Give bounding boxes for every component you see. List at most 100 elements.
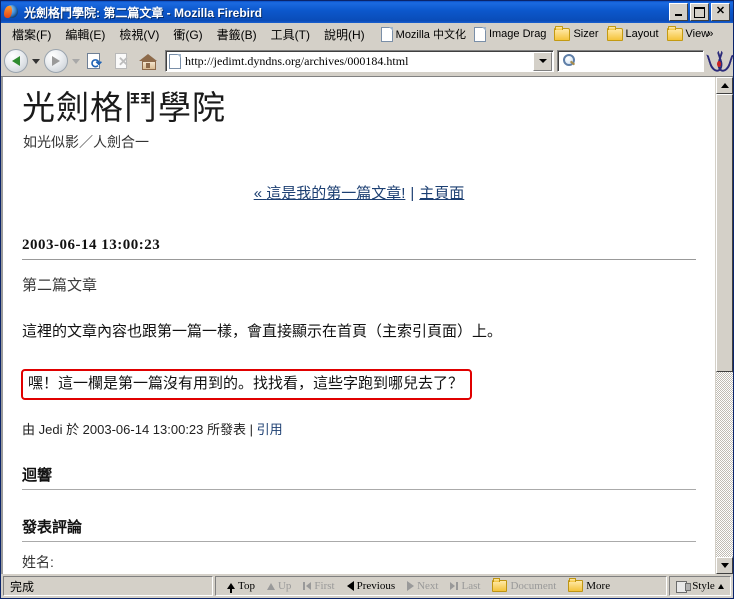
folder-icon bbox=[666, 25, 683, 41]
navigation-toolbar: ⟳ ✕ http://jedimt.dyndns.org/archives/00… bbox=[1, 46, 734, 76]
web-page: 光劍格鬥學院 如光似影／人劍合一 « 這是我的第一篇文章! | 主頁面 2003-0… bbox=[1, 77, 715, 574]
previous-post-link[interactable]: « 這是我的第一篇文章! bbox=[254, 185, 406, 202]
home-page-link[interactable]: 主頁面 bbox=[419, 185, 464, 202]
style-label: Style bbox=[692, 580, 715, 592]
stop-button[interactable]: ✕ bbox=[109, 48, 135, 74]
post-navigation: « 這是我的第一篇文章! | 主頁面 bbox=[17, 182, 701, 203]
address-bar[interactable]: http://jedimt.dyndns.org/archives/000184… bbox=[165, 50, 554, 72]
bookmark-label: Layout bbox=[625, 28, 659, 40]
forward-history-dropdown-icon[interactable] bbox=[72, 58, 80, 64]
minimize-button[interactable] bbox=[669, 3, 688, 21]
menu-bookmarks[interactable]: 書籤(B) bbox=[210, 24, 264, 45]
search-box[interactable] bbox=[557, 50, 704, 72]
byline-text: 由 Jedi 於 2003-06-14 13:00:23 所發表 bbox=[22, 421, 247, 437]
arrow-top-icon bbox=[227, 583, 235, 593]
maximize-button[interactable] bbox=[690, 3, 709, 21]
bookmark-layout[interactable]: Layout bbox=[604, 25, 664, 42]
statusbar-nav-label: Previous bbox=[356, 580, 396, 592]
comments-heading: 發表評論 bbox=[22, 516, 696, 542]
status-text: 完成 bbox=[10, 579, 35, 594]
bookmark-label: Image Drag bbox=[488, 28, 547, 40]
bookmark-image-drag[interactable]: Image Drag bbox=[471, 26, 551, 43]
statusbar-nav-label: Last bbox=[461, 580, 481, 592]
scroll-up-button[interactable] bbox=[716, 77, 733, 94]
url-dropdown-button[interactable] bbox=[533, 51, 552, 71]
bookmark-mozilla-chinese[interactable]: Mozilla 中文化 bbox=[378, 25, 471, 43]
menu-bar: 檔案(F) 編輯(E) 檢視(V) 衝(G) 書籤(B) 工具(T) 說明(H)… bbox=[1, 23, 733, 46]
statusbar-nav-label: Up bbox=[277, 580, 292, 592]
page-icon bbox=[169, 53, 181, 69]
home-button[interactable] bbox=[135, 48, 161, 74]
stop-icon: ✕ bbox=[114, 53, 130, 69]
throbber-icon bbox=[706, 49, 734, 74]
document-icon bbox=[473, 26, 486, 42]
next-icon bbox=[407, 581, 415, 591]
statusbar-more-button[interactable]: More bbox=[563, 578, 615, 592]
site-tagline: 如光似影／人劍合一 bbox=[23, 133, 149, 150]
last-icon bbox=[450, 582, 458, 590]
statusbar-previous-button[interactable]: Previous bbox=[342, 580, 401, 592]
statusbar-first-button[interactable]: First bbox=[298, 580, 339, 592]
scrollbar-thumb[interactable] bbox=[716, 94, 733, 372]
reload-button[interactable]: ⟳ bbox=[83, 48, 109, 74]
statusbar-document-button[interactable]: Document bbox=[487, 578, 561, 592]
reload-icon: ⟳ bbox=[87, 53, 105, 70]
post-title: 第二篇文章 bbox=[22, 276, 98, 294]
folder-icon bbox=[568, 578, 584, 592]
nav-separator: | bbox=[410, 184, 415, 202]
scroll-down-button[interactable] bbox=[716, 557, 733, 574]
menu-edit[interactable]: 編輯(E) bbox=[58, 24, 112, 45]
menu-tools[interactable]: 工具(T) bbox=[264, 24, 317, 45]
firebird-icon bbox=[4, 4, 20, 20]
folder-icon bbox=[606, 25, 623, 41]
content-area: 光劍格鬥學院 如光似影／人劍合一 « 這是我的第一篇文章! | 主頁面 2003-0… bbox=[1, 76, 733, 574]
document-icon bbox=[380, 26, 393, 42]
close-button[interactable]: ✕ bbox=[711, 3, 730, 21]
statusbar-next-button[interactable]: Next bbox=[402, 580, 443, 592]
chevron-up-icon bbox=[717, 583, 724, 589]
site-navigation-panel: Top Up First Previous Next Last Document… bbox=[215, 576, 667, 596]
post-body: 這裡的文章內容也跟第一篇一樣，會直接顯示在首頁（主索引頁面）上。 bbox=[22, 322, 503, 340]
menu-help[interactable]: 說明(H) bbox=[317, 24, 372, 45]
trackback-link[interactable]: 引用 bbox=[257, 422, 283, 437]
bookmark-label: View bbox=[685, 28, 710, 40]
home-icon bbox=[139, 53, 157, 70]
back-history-dropdown-icon[interactable] bbox=[32, 58, 40, 64]
vertical-scrollbar[interactable] bbox=[715, 77, 733, 574]
statusbar-nav-label: Next bbox=[417, 580, 439, 592]
forward-button[interactable] bbox=[43, 48, 69, 74]
folder-icon bbox=[554, 25, 571, 41]
statusbar-nav-label: First bbox=[314, 580, 335, 592]
statusbar-nav-label: Top bbox=[238, 580, 255, 592]
statusbar-nav-label: Document bbox=[510, 580, 557, 592]
browser-window: 光劍格鬥學院: 第二篇文章 - Mozilla Firebird ✕ 檔案(F)… bbox=[0, 0, 734, 599]
menu-file[interactable]: 檔案(F) bbox=[5, 24, 58, 45]
status-bar: 完成 Top Up First Previous Next Last Docum… bbox=[1, 574, 733, 598]
back-icon bbox=[4, 49, 28, 73]
bookmark-sizer[interactable]: Sizer bbox=[551, 25, 603, 42]
chevron-right-icon[interactable]: » bbox=[707, 28, 713, 40]
statusbar-up-button[interactable]: Up bbox=[262, 580, 296, 592]
first-icon bbox=[303, 582, 311, 590]
menu-view[interactable]: 檢視(V) bbox=[112, 24, 166, 45]
bookmark-view[interactable]: View » bbox=[664, 25, 719, 42]
window-title: 光劍格鬥學院: 第二篇文章 - Mozilla Firebird bbox=[24, 5, 263, 20]
folder-icon bbox=[492, 578, 508, 592]
trackbacks-heading: 迴響 bbox=[22, 464, 696, 490]
site-title: 光劍格鬥學院 bbox=[22, 91, 226, 127]
style-icon bbox=[676, 580, 692, 593]
byline-separator: | bbox=[249, 421, 254, 437]
style-switcher-button[interactable]: Style bbox=[669, 576, 731, 596]
prev-marker: « bbox=[253, 184, 263, 202]
scrollbar-track[interactable] bbox=[716, 94, 733, 557]
back-button[interactable] bbox=[3, 48, 29, 74]
menu-go[interactable]: 衝(G) bbox=[166, 24, 209, 45]
post-highlighted-text: 嘿！這一欄是第一篇沒有用到的。找找看，這些字跑到哪兒去了？ bbox=[21, 369, 473, 400]
statusbar-last-button[interactable]: Last bbox=[445, 580, 485, 592]
statusbar-top-button[interactable]: Top bbox=[222, 580, 260, 593]
title-bar: 光劍格鬥學院: 第二篇文章 - Mozilla Firebird ✕ bbox=[1, 1, 733, 23]
bookmark-label: Sizer bbox=[573, 28, 599, 40]
prev-label: 這是我的第一篇文章! bbox=[266, 184, 406, 202]
statusbar-nav-label: More bbox=[586, 580, 611, 592]
previous-icon bbox=[346, 581, 354, 591]
